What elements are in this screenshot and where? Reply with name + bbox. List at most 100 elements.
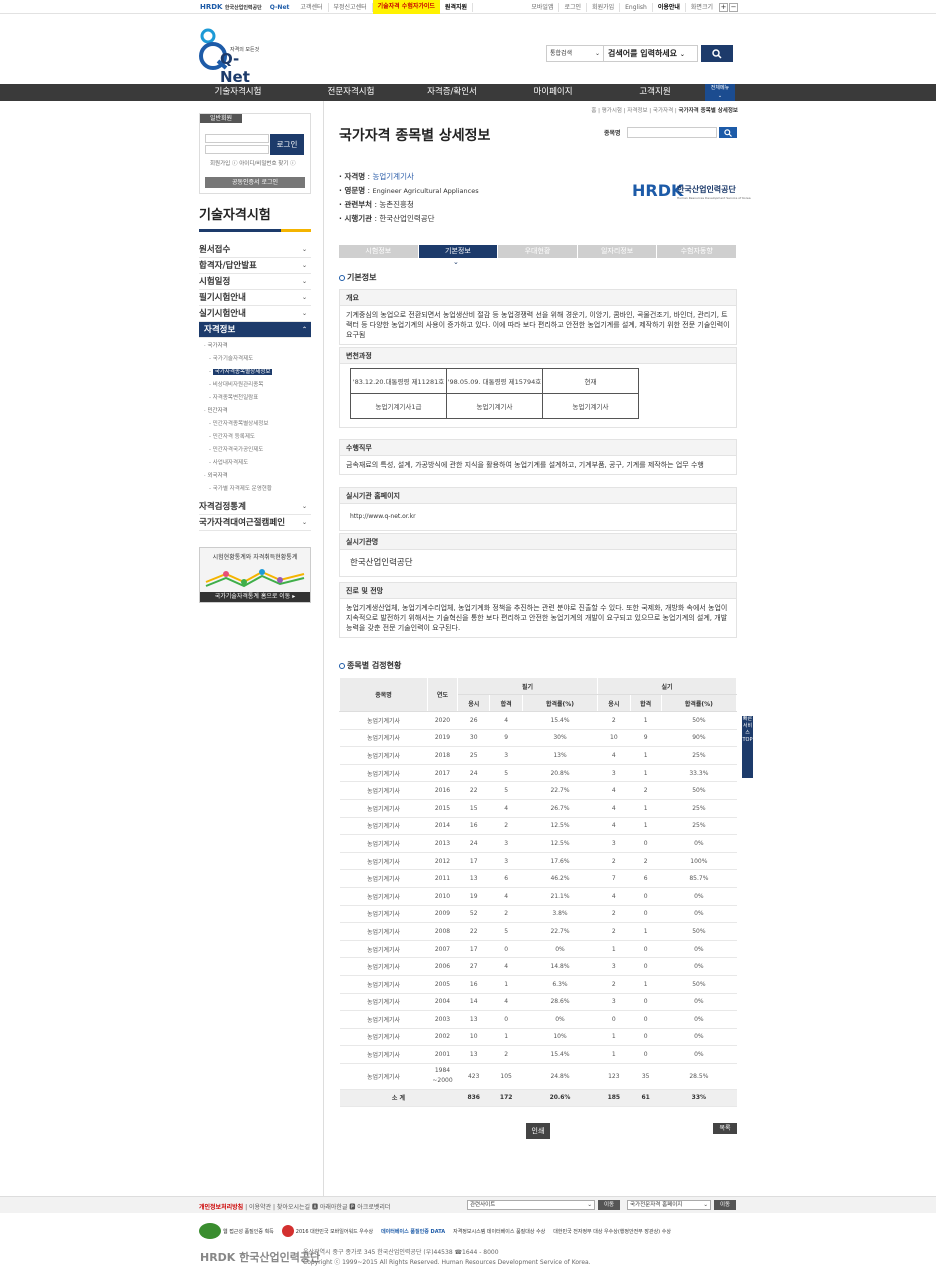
gnb-professional[interactable]: 전문자격시험 — [306, 84, 396, 101]
statistics-banner[interactable]: 시험현황통계와 자격취득현황통계 국가기술자격통계 홈으로 이동 ▸ — [199, 547, 311, 603]
zoom-out-button[interactable]: − — [729, 2, 738, 12]
qnet-logo[interactable]: 자격의 모든것 Q-Net — [198, 28, 268, 86]
submenu-item[interactable]: - 민간자격 등록제도 — [199, 431, 311, 444]
top-link-join[interactable]: 회원가입 — [587, 2, 621, 12]
homepage-heading: 실시기관 홈페이지 — [340, 488, 736, 504]
top-link-customer[interactable]: 고객센터 — [295, 2, 329, 12]
table-total-row: 소 계 836 172 20.6% 185 61 33% — [339, 1089, 737, 1107]
sidebar-item-qualification-info[interactable]: 자격정보 ⌃ — [199, 322, 311, 338]
breadcrumb: 홈 | 평가시험 | 자격정보 | 국가자격 | 국가자격 종목별 상세정보 — [591, 108, 738, 114]
submenu-item[interactable]: - 민간자격국가공인제도 — [199, 444, 311, 457]
homepage-link[interactable]: http://www.q-net.or.kr — [340, 504, 736, 530]
sidebar-item-written[interactable]: 필기시험안내 ⌄ — [199, 290, 311, 306]
wa-mark-icon — [199, 1223, 221, 1239]
account-links[interactable]: 회원가입 ⓘ 아이디/비밀번호 찾기 ⓘ — [210, 159, 296, 167]
footer-copyright: 울산광역시 중구 종가로 345 한국산업인력공단 (우)44538 ☎1644… — [303, 1249, 591, 1266]
table-row: 농업기계기사 2009 52 2 3.8% 2 0 0% — [339, 905, 737, 924]
gnb-support[interactable]: 고객지원 — [610, 84, 700, 101]
chevron-down-icon: ⌄ — [717, 93, 723, 99]
top-link-mobile[interactable]: 모바일앱 — [526, 2, 560, 12]
tab-exam-info[interactable]: 시험정보 — [339, 245, 418, 258]
tab-basic-info[interactable]: 기본정보 — [418, 245, 498, 258]
exam-statistics-table: 종목명 연도 필기 실기 응시 합격 합격률(%) 응시 합격 합격률(%) 농업기계기… — [339, 677, 738, 1107]
submenu-item[interactable]: · 외국자격 — [199, 470, 311, 483]
tab-jobs[interactable]: 일자리정보 — [577, 245, 657, 258]
career-heading: 진로 및 전망 — [340, 583, 736, 599]
top-link-english[interactable]: English — [620, 2, 653, 12]
quick-service-floater[interactable]: 빠른서비스 TOP — [742, 716, 753, 778]
member-type-tab[interactable]: 일반회원 — [200, 114, 242, 123]
hrdk-top-logo[interactable]: HRDK 한국산업인력공단 — [200, 3, 262, 11]
table-row: 농업기계기사 2020 26 4 15.4% 2 1 50% — [339, 711, 737, 730]
zoom-in-button[interactable]: + — [719, 2, 728, 12]
table-row: 농업기계기사 2007 17 0 0% 1 0 0% — [339, 940, 737, 959]
search-input[interactable]: 검색어를 입력하세요 ⌄ — [604, 45, 698, 62]
content-divider — [323, 101, 324, 1196]
award-badges: 웹 접근성 품질인증 획득 2016 대한민국 모바일어워드 우수상 데이터베이… — [199, 1219, 739, 1243]
login-button[interactable]: 로그인 — [270, 134, 304, 155]
banner-button[interactable]: 국가기술자격통계 홈으로 이동 ▸ — [200, 592, 310, 602]
tab-trends[interactable]: 수험자동향 — [657, 245, 736, 258]
sidebar: 일반회원 로그인 회원가입 ⓘ 아이디/비밀번호 찾기 ⓘ 공동인증서 로그인 … — [199, 113, 311, 603]
submenu-item[interactable]: · 민간자격 — [199, 405, 311, 418]
go-button[interactable]: 이동 — [598, 1200, 620, 1210]
search-scope-select[interactable]: 통합검색 ⌄ — [546, 45, 604, 62]
jongmok-search-button[interactable] — [718, 127, 737, 138]
footer-links-bar: 개인정보처리방침 | 이용약관 | 찾아오시는길 🅰 아래아한글 🅿 아크로벳리… — [0, 1196, 936, 1213]
submenu-item[interactable]: - 비상대비자원관리종목 — [199, 379, 311, 392]
national-sites-select[interactable]: 국가전문자격 홈페이지 ⌄ — [627, 1200, 711, 1210]
submenu-item[interactable]: - 국가기술자격제도 — [199, 353, 311, 366]
submenu-item[interactable]: - 국가별 자격제도 운영현황 — [199, 483, 311, 496]
sidebar-item-apply[interactable]: 원서접수 ⌄ — [199, 242, 311, 258]
top-link-report[interactable]: 부정신고센터 — [329, 2, 373, 12]
sidebar-item-practical[interactable]: 실기시험안내 ⌄ — [199, 306, 311, 322]
gnb-mypage[interactable]: 마이페이지 — [508, 84, 598, 101]
duty-text: 금속재료의 특성, 설계, 가공방식에 관한 지식을 활용하여 농업기계를 설계… — [346, 461, 704, 469]
info-tabs: 시험정보 기본정보 우대현황 일자리정보 수험자동향 — [339, 245, 737, 258]
table-row: 농업기계기사 2001 13 2 15.4% 1 0 0% — [339, 1045, 737, 1064]
related-sites-select[interactable]: 관련사이트 ⌄ — [467, 1200, 595, 1210]
chart-line-icon — [205, 569, 305, 588]
id-field[interactable] — [205, 134, 269, 143]
sidebar-item-campaign[interactable]: 국가자격대여근절캠페인 ⌄ — [199, 515, 311, 531]
qnet-small-logo[interactable]: Q-Net — [270, 4, 290, 11]
login-box: 일반회원 로그인 회원가입 ⓘ 아이디/비밀번호 찾기 ⓘ 공동인증서 로그인 — [199, 113, 311, 194]
jongmok-label: 종목명 — [604, 130, 621, 137]
chevron-down-icon: ⌄ — [301, 310, 307, 317]
history-table: '83.12.20.대통령령 제11281호 '98.05.09. 대통령령 제1… — [350, 368, 639, 419]
table-row: 농업기계기사 2010 19 4 21.1% 4 0 0% — [339, 887, 737, 906]
award-badge: 2016 대한민국 모바일어워드 우수상 — [281, 1225, 373, 1237]
top-link-guide[interactable]: 기술자격 수험자가이드 — [372, 0, 440, 14]
submenu-item[interactable]: · 국가자격 — [199, 340, 311, 353]
cert-login-button[interactable]: 공동인증서 로그인 — [205, 177, 305, 188]
sidebar-item-statistics[interactable]: 자격검정통계 ⌄ — [199, 499, 311, 515]
sidebar-item-schedule[interactable]: 시험일정 ⌄ — [199, 274, 311, 290]
submenu-item-current[interactable]: - 국가자격종목별상세정보 — [199, 366, 311, 379]
search-button[interactable] — [701, 45, 733, 62]
jongmok-input[interactable] — [626, 127, 717, 138]
gnb-technical[interactable]: 기술자격시험 — [193, 84, 283, 101]
submenu-item[interactable]: - 민간자격종목별상세정보 — [199, 418, 311, 431]
top-utility-bar: HRDK 한국산업인력공단 Q-Net 고객센터 부정신고센터 기술자격 수험자… — [0, 0, 936, 14]
password-field[interactable] — [205, 145, 269, 154]
top-link-remote[interactable]: 원격지원 — [440, 2, 474, 12]
award-icon — [281, 1225, 294, 1237]
top-link-login[interactable]: 로그인 — [559, 2, 588, 12]
print-button[interactable]: 인쇄 — [526, 1123, 550, 1139]
footer-links[interactable]: | 이용약관 | 찾아오시는길 🅰 아래아한글 🅿 아크로벳리더 — [243, 1204, 390, 1211]
submenu-item[interactable]: - 사업내자격제도 — [199, 457, 311, 470]
go-button-2[interactable]: 이동 — [714, 1200, 736, 1210]
top-link-zoom: 화면크기 — [690, 3, 713, 11]
privacy-link[interactable]: 개인정보처리방침 — [199, 1204, 243, 1211]
sidebar-item-results[interactable]: 합격자/답안발표 ⌄ — [199, 258, 311, 274]
award-badge: 웹 접근성 품질인증 획득 — [199, 1223, 274, 1239]
chevron-down-icon: ⌄ — [301, 294, 307, 301]
list-button[interactable]: 목록 — [713, 1123, 737, 1134]
tab-preference[interactable]: 우대현황 — [498, 245, 577, 258]
top-link-guide2[interactable]: 이용안내 — [653, 2, 686, 12]
submenu-item[interactable]: - 자격종목변천일람표 — [199, 392, 311, 405]
org-section: 실시기관명 한국산업인력공단 — [339, 533, 737, 577]
english-name: Engineer Agricultural Appliances — [372, 187, 479, 195]
all-menu-button[interactable]: 전체메뉴 ⌄ — [705, 84, 735, 101]
gnb-certificate[interactable]: 자격증/확인서 — [407, 84, 497, 101]
